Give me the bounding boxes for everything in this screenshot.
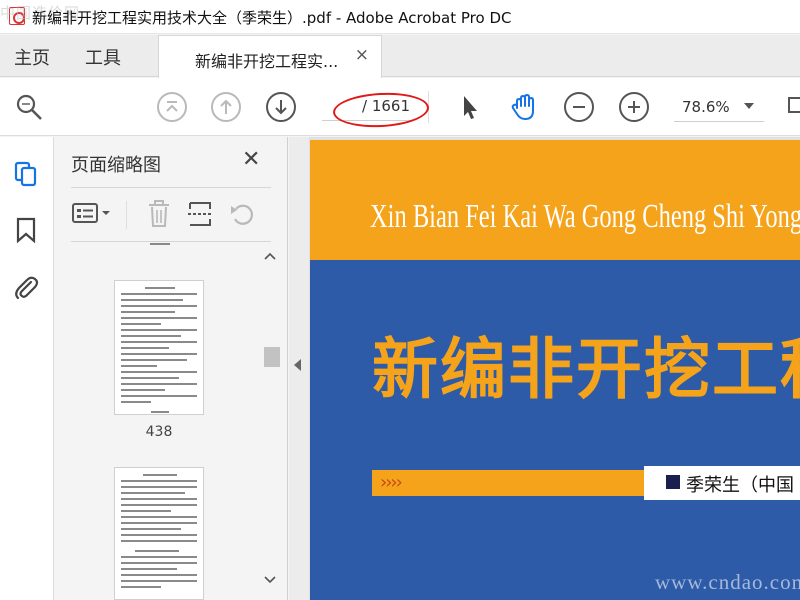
cover-top-band: Xin Bian Fei Kai Wa Gong Cheng Shi Yong … [310, 140, 800, 260]
scroll-down-icon[interactable] [264, 575, 276, 588]
window-title: 新编非开挖工程实用技术大全（季荣生）.pdf - Adobe Acrobat P… [32, 9, 512, 27]
zoom-out-icon[interactable] [564, 92, 594, 122]
bookmark-icon[interactable] [14, 215, 38, 245]
book-cover: Xin Bian Fei Kai Wa Gong Cheng Shi Yong … [310, 140, 800, 600]
tab-bar: 主页 工具 新编非开挖工程实... × [0, 35, 800, 78]
watermark-bottom-right: www.cndao.com [655, 570, 800, 594]
page-thumbnail[interactable] [114, 280, 204, 415]
title-bar: 中国造价网 新编非开挖工程实用技术大全（季荣生）.pdf - Adobe Acr… [0, 0, 800, 34]
scroll-thumb[interactable] [264, 347, 280, 367]
hand-tool-icon[interactable] [509, 92, 539, 122]
cover-title: 新编非开挖工程实用技术大全 [372, 331, 800, 408]
divider [71, 187, 271, 188]
divider [71, 241, 271, 242]
zoom-select[interactable]: 78.6% [674, 94, 764, 122]
panel-collapse-handle[interactable] [289, 137, 309, 600]
scroll-up-icon[interactable] [264, 251, 276, 264]
tab-tools[interactable]: 工具 [85, 44, 121, 70]
close-icon[interactable]: ✕ [242, 147, 260, 172]
next-page-icon[interactable] [266, 92, 296, 122]
search-icon[interactable] [14, 92, 44, 122]
document-tab-label: 新编非开挖工程实... [195, 52, 339, 71]
cover-author: 季荣生（中国 [686, 475, 794, 496]
page-thumbnail[interactable] [114, 467, 204, 600]
square-bullet-icon [666, 475, 680, 489]
panel-title: 页面缩略图 [71, 155, 161, 176]
chevrons-decoration: ›››› [380, 472, 403, 493]
tab-document[interactable]: 新编非开挖工程实... × [158, 35, 382, 78]
trash-icon[interactable] [146, 199, 172, 229]
zoom-in-icon[interactable] [619, 92, 649, 122]
close-icon[interactable]: × [355, 45, 369, 65]
previous-page-icon[interactable] [211, 92, 241, 122]
thumbnail-options-icon[interactable] [71, 201, 113, 227]
toolbar-divider [126, 201, 127, 229]
tab-home[interactable]: 主页 [14, 44, 50, 70]
attachment-icon[interactable] [12, 272, 40, 302]
page-thumbnails-icon[interactable] [12, 159, 40, 189]
chevron-left-icon [294, 359, 301, 371]
insert-page-icon[interactable] [186, 199, 214, 229]
zoom-value: 78.6% [682, 98, 730, 116]
thumbnail-scrollbar[interactable] [260, 249, 280, 599]
chevron-down-icon [744, 103, 754, 109]
cover-author-box: 季荣生（中国 [644, 466, 800, 500]
rotate-icon[interactable] [228, 199, 256, 229]
more-tools-icon[interactable] [786, 92, 800, 122]
cropped-page-number [150, 241, 170, 247]
thumbnail-panel: 页面缩略图 ✕ 438 [54, 137, 288, 600]
page-number-label: 438 [145, 424, 173, 440]
first-page-icon[interactable] [157, 92, 187, 122]
left-rail [0, 137, 54, 600]
cover-pinyin-title: Xin Bian Fei Kai Wa Gong Cheng Shi Yong … [370, 198, 800, 235]
select-cursor-icon[interactable] [455, 92, 485, 122]
document-viewport[interactable]: Xin Bian Fei Kai Wa Gong Cheng Shi Yong … [309, 137, 800, 600]
